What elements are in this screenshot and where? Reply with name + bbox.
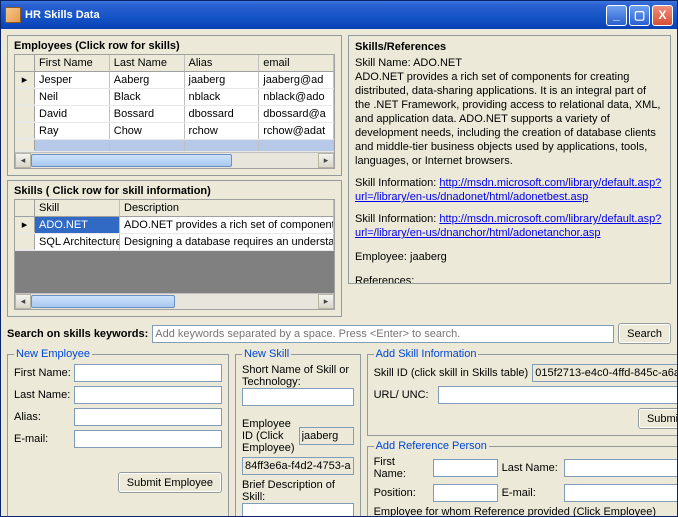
row-indicator-icon: ▸: [15, 72, 35, 88]
employees-grid[interactable]: First Name Last Name Alias email ▸ Jespe…: [14, 54, 335, 169]
references-panel: Skills/References Skill Name: ADO.NET AD…: [348, 35, 671, 284]
col-skill[interactable]: Skill: [35, 200, 120, 217]
skills-grid[interactable]: Skill Description ▸ ADO.NET ADO.NET prov…: [14, 199, 335, 310]
skills-panel: Skills ( Click row for skill information…: [7, 180, 342, 317]
ref-email-label: E-mail:: [502, 487, 560, 499]
short-name-label: Short Name of Skill or Technology:: [242, 364, 354, 388]
add-reference-legend: Add Reference Person: [374, 440, 489, 452]
col-last-name[interactable]: Last Name: [110, 55, 185, 72]
col-email[interactable]: email: [259, 55, 334, 72]
app-icon: [5, 7, 21, 23]
email-input[interactable]: [74, 430, 222, 448]
brief-desc-input[interactable]: [242, 503, 354, 516]
ref-first-label: First Name:: [374, 456, 429, 480]
last-name-input[interactable]: [74, 386, 222, 404]
submit-info-button[interactable]: Submit Info: [638, 408, 677, 429]
close-button[interactable]: X: [652, 5, 673, 26]
col-description[interactable]: Description: [120, 200, 334, 217]
scroll-left-icon[interactable]: ◂: [15, 294, 31, 309]
table-row[interactable]: ▸ Jesper Aaberg jaaberg jaaberg@ad: [15, 72, 334, 89]
col-first-name[interactable]: First Name: [35, 55, 110, 72]
search-button[interactable]: Search: [618, 323, 671, 344]
row-indicator-icon: ▸: [15, 217, 35, 233]
references-label: References:: [355, 274, 664, 284]
first-name-input[interactable]: [74, 364, 222, 382]
ref-position-input[interactable]: [433, 484, 498, 502]
ref-last-label: Last Name:: [502, 462, 560, 474]
alias-label: Alias:: [14, 411, 74, 423]
employee-guid-field: [242, 457, 354, 475]
col-alias[interactable]: Alias: [185, 55, 260, 72]
url-input[interactable]: [438, 386, 677, 404]
search-input[interactable]: [152, 325, 614, 343]
new-skill-fieldset: New Skill Short Name of Skill or Technol…: [235, 348, 361, 516]
scroll-right-icon[interactable]: ▸: [318, 153, 334, 168]
skill-id-label: Skill ID (click skill in Skills table): [374, 367, 529, 379]
minimize-button[interactable]: _: [606, 5, 627, 26]
h-scrollbar[interactable]: ◂ ▸: [15, 293, 334, 309]
brief-desc-label: Brief Description of Skill:: [242, 479, 354, 503]
employee-id-label: Employee ID (Click Employee): [242, 418, 295, 454]
alias-input[interactable]: [74, 408, 222, 426]
table-row[interactable]: Ray Chow rchow rchow@adat: [15, 123, 334, 140]
add-skill-info-fieldset: Add Skill Information Skill ID (click sk…: [367, 348, 677, 436]
references-title: Skills/References: [355, 40, 664, 54]
submit-employee-button[interactable]: Submit Employee: [118, 472, 222, 493]
employees-panel: Employees (Click row for skills) First N…: [7, 35, 342, 176]
employee-line: Employee: jaaberg: [355, 250, 664, 264]
employee-alias-field: [299, 427, 354, 445]
new-skill-legend: New Skill: [242, 348, 291, 360]
search-label: Search on skills keywords:: [7, 328, 148, 340]
titlebar: HR Skills Data _ ▢ X: [1, 1, 677, 29]
table-row[interactable]: SQL Architecture... Designing a database…: [15, 234, 334, 251]
email-label: E-mail:: [14, 433, 74, 445]
short-name-input[interactable]: [242, 388, 354, 406]
new-employee-fieldset: New Employee First Name: Last Name: Alia…: [7, 348, 229, 516]
table-row[interactable]: David Bossard dbossard dbossard@a: [15, 106, 334, 123]
ref-email-input[interactable]: [564, 484, 677, 502]
window-title: HR Skills Data: [25, 9, 604, 21]
skill-description: ADO.NET provides a rich set of component…: [355, 70, 664, 168]
first-name-label: First Name:: [14, 367, 74, 379]
add-skill-info-legend: Add Skill Information: [374, 348, 479, 360]
skill-name-line: Skill Name: ADO.NET: [355, 56, 664, 70]
app-window: HR Skills Data _ ▢ X Employees (Click ro…: [0, 0, 678, 517]
add-reference-fieldset: Add Reference Person First Name: Last Na…: [367, 440, 677, 516]
h-scrollbar[interactable]: ◂ ▸: [15, 152, 334, 168]
ref-last-input[interactable]: [564, 459, 677, 477]
table-row[interactable]: [15, 140, 334, 152]
ref-employee-for-label: Employee for whom Reference provided (Cl…: [374, 506, 677, 516]
last-name-label: Last Name:: [14, 389, 74, 401]
ref-first-input[interactable]: [433, 459, 498, 477]
table-row[interactable]: ▸ ADO.NET ADO.NET provides a rich set of…: [15, 217, 334, 234]
employees-title: Employees (Click row for skills): [14, 40, 335, 52]
new-employee-legend: New Employee: [14, 348, 92, 360]
skill-id-field: [532, 364, 677, 382]
ref-position-label: Position:: [374, 487, 429, 499]
url-label: URL/ UNC:: [374, 389, 434, 401]
scroll-left-icon[interactable]: ◂: [15, 153, 31, 168]
scroll-right-icon[interactable]: ▸: [318, 294, 334, 309]
skill-info-line: Skill Information: http://msdn.microsoft…: [355, 176, 664, 204]
maximize-button[interactable]: ▢: [629, 5, 650, 26]
skills-title: Skills ( Click row for skill information…: [14, 185, 335, 197]
table-row[interactable]: Neil Black nblack nblack@ado: [15, 89, 334, 106]
skill-info-line: Skill Information: http://msdn.microsoft…: [355, 212, 664, 240]
